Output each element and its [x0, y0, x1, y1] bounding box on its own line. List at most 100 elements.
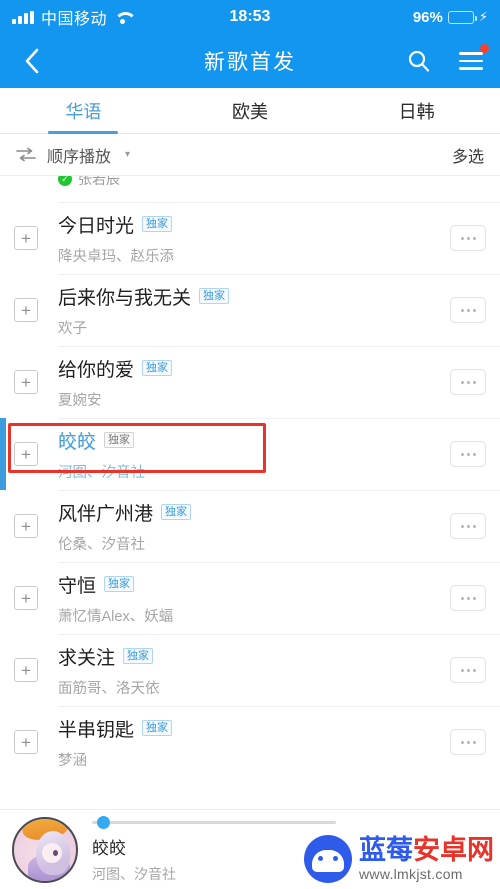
plus-icon: +	[21, 660, 31, 680]
song-row[interactable]: + 半串钥匙 独家梦涵	[0, 706, 500, 776]
song-title: 皎皎	[58, 431, 97, 453]
signal-bars-icon	[12, 10, 34, 24]
song-more-button[interactable]	[450, 657, 486, 683]
song-more-button[interactable]	[450, 297, 486, 323]
tab-jp-kr[interactable]: 日韩	[333, 88, 500, 133]
status-bar-right: 96% ⚡	[413, 9, 488, 26]
song-artist: 萧忆情Alex、妖蝠	[58, 608, 174, 625]
progress-thumb[interactable]	[96, 815, 110, 829]
song-info: 后来你与我无关 独家 欢子	[58, 283, 450, 338]
song-row[interactable]: + 今日时光 独家 降央卓玛、赵乐添	[0, 202, 500, 274]
progress-track	[92, 820, 336, 824]
search-icon	[408, 50, 430, 72]
exclusive-badge: 独家	[142, 215, 173, 233]
tab-label: 欧美	[232, 101, 268, 122]
menu-button[interactable]	[456, 44, 489, 76]
sequential-play-icon	[16, 147, 36, 161]
battery-icon	[447, 10, 477, 24]
add-to-playlist-button[interactable]: +	[14, 586, 38, 610]
exclusive-badge: 独家	[142, 719, 173, 737]
album-art-thumbnail[interactable]	[12, 816, 78, 883]
tab-western[interactable]: 欧美	[167, 88, 334, 133]
song-title: 给你的爱	[58, 359, 135, 381]
chevron-left-icon	[25, 48, 38, 74]
mini-player-bar[interactable]: 皎皎 河图、汐音社 蓝莓安卓网 www.lmkjst.com	[0, 809, 500, 889]
song-row[interactable]: + 后来你与我无关 独家 欢子	[0, 274, 500, 346]
tab-chinese[interactable]: 华语	[0, 88, 167, 133]
plus-icon: +	[21, 732, 31, 752]
chevron-down-icon: ▾	[125, 149, 131, 160]
partial-artist-label: 张若辰	[78, 176, 120, 187]
play-order-label: 顺序播放	[47, 148, 112, 166]
android-robot-logo-icon	[304, 835, 352, 883]
notification-dot	[480, 44, 489, 53]
tab-label: 华语	[65, 101, 102, 122]
plus-icon: +	[21, 444, 31, 464]
add-to-playlist-button[interactable]: +	[14, 730, 38, 754]
song-artist: 梦涵	[58, 752, 87, 769]
wifi-icon	[114, 11, 131, 24]
tab-label: 日韩	[398, 101, 435, 122]
add-to-playlist-button[interactable]: +	[14, 298, 38, 322]
add-to-playlist-button[interactable]: +	[14, 514, 38, 538]
progress-slider[interactable]	[92, 815, 488, 829]
song-title: 后来你与我无关	[58, 287, 192, 309]
nav-bar-actions	[404, 44, 489, 76]
song-title: 今日时光	[58, 215, 135, 237]
song-info: 给你的爱 独家夏婉安	[58, 355, 450, 410]
song-title: 风伴广州港	[58, 503, 154, 525]
verified-check-icon: ✓	[58, 176, 72, 186]
song-row[interactable]: + 守恒 独家 萧忆情Alex、妖蝠	[0, 562, 500, 634]
phone-screen: 中国移动 18:53 96% ⚡ 新歌首发 华语 欧美 日韩 顺序播放 ▾ 多选…	[0, 0, 500, 889]
partial-row-above: ✓ 张若辰	[0, 176, 500, 202]
site-watermark: 蓝莓安卓网 www.lmkjst.com	[304, 835, 494, 883]
song-info: 求关注 独家面筋哥、洛天依	[58, 643, 450, 698]
song-row[interactable]: + 风伴广州港 独家 伦桑、汐音社	[0, 490, 500, 562]
song-more-button[interactable]	[450, 225, 486, 251]
status-bar: 中国移动 18:53 96% ⚡	[0, 0, 500, 34]
hamburger-menu-icon	[459, 52, 483, 70]
carrier-label: 中国移动	[41, 11, 108, 28]
song-title: 守恒	[58, 575, 97, 597]
add-to-playlist-button[interactable]: +	[14, 442, 38, 466]
song-more-button[interactable]	[450, 441, 486, 467]
add-to-playlist-button[interactable]: +	[14, 370, 38, 394]
song-list[interactable]: ✓ 张若辰 + 今日时光 独家 降央卓玛、赵乐添 + 后来你与我无关 独家 欢子 + 给你的爱 独家…	[0, 176, 500, 776]
song-more-button[interactable]	[450, 585, 486, 611]
exclusive-badge: 独家	[142, 359, 173, 377]
song-artist: 伦桑、汐音社	[58, 536, 145, 553]
plus-icon: +	[21, 372, 31, 392]
song-row[interactable]: + 皎皎 独家 河图、汐音社	[0, 418, 500, 490]
song-info: 半串钥匙 独家梦涵	[58, 715, 450, 770]
plus-icon: +	[21, 516, 31, 536]
battery-percent-label: 96%	[412, 8, 443, 26]
song-info: 守恒 独家 萧忆情Alex、妖蝠	[58, 571, 450, 626]
multi-select-button[interactable]: 多选	[452, 143, 484, 167]
song-more-button[interactable]	[450, 513, 486, 539]
play-order-button[interactable]: 顺序播放 ▾	[16, 143, 130, 167]
song-more-button[interactable]	[450, 369, 486, 395]
song-title: 求关注	[58, 647, 116, 669]
list-control-row: 顺序播放 ▾ 多选	[0, 134, 500, 176]
back-button[interactable]	[14, 44, 48, 78]
song-row[interactable]: + 给你的爱 独家夏婉安	[0, 346, 500, 418]
song-artist: 夏婉安	[58, 392, 102, 409]
watermark-url: www.lmkjst.com	[359, 866, 463, 882]
add-to-playlist-button[interactable]: +	[14, 658, 38, 682]
add-to-playlist-button[interactable]: +	[14, 226, 38, 250]
nav-bar: 新歌首发	[0, 34, 500, 88]
song-info: 风伴广州港 独家 伦桑、汐音社	[58, 499, 450, 554]
watermark-text: 蓝莓安卓网 www.lmkjst.com	[359, 835, 494, 882]
song-title: 半串钥匙	[58, 719, 135, 741]
status-bar-left: 中国移动	[12, 5, 131, 29]
watermark-name-part2: 安卓网	[413, 835, 494, 865]
song-more-button[interactable]	[450, 729, 486, 755]
song-artist: 面筋哥、洛天依	[58, 680, 160, 697]
song-row[interactable]: + 求关注 独家面筋哥、洛天依	[0, 634, 500, 706]
lightning-bolt-icon: ⚡	[478, 9, 488, 24]
plus-icon: +	[21, 588, 31, 608]
song-info: 今日时光 独家 降央卓玛、赵乐添	[58, 211, 450, 266]
search-button[interactable]	[404, 46, 434, 76]
exclusive-badge: 独家	[199, 287, 230, 305]
exclusive-badge: 独家	[123, 647, 154, 665]
